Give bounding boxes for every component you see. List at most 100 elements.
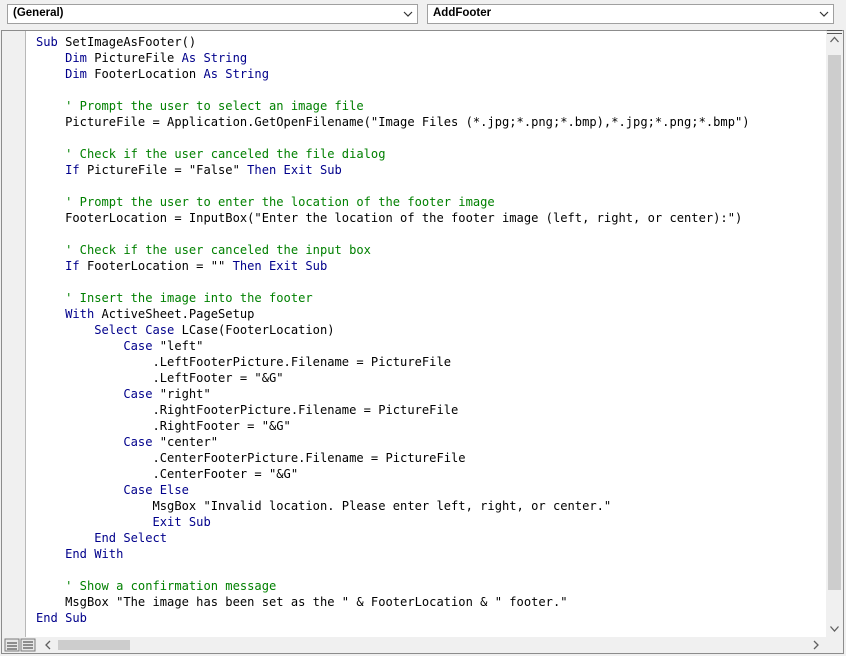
code-keyword: Then Exit Sub bbox=[247, 163, 342, 177]
code-line[interactable]: End Sub bbox=[36, 610, 826, 626]
margin-indicator-bar[interactable] bbox=[2, 31, 26, 637]
chevron-down-icon[interactable] bbox=[403, 8, 413, 20]
code-keyword: Sub bbox=[36, 35, 58, 49]
code-line[interactable] bbox=[36, 274, 826, 290]
code-line[interactable]: If FooterLocation = "" Then Exit Sub bbox=[36, 258, 826, 274]
code-line[interactable] bbox=[36, 562, 826, 578]
code-text: FooterLocation = "" bbox=[79, 259, 233, 273]
code-comment: ' Prompt the user to select an image fil… bbox=[65, 99, 364, 113]
code-line[interactable]: .RightFooterPicture.Filename = PictureFi… bbox=[36, 402, 826, 418]
code-text: PictureFile bbox=[86, 51, 182, 65]
code-comment: ' Check if the user canceled the file di… bbox=[65, 147, 386, 161]
code-text-area[interactable]: Sub SetImageAsFooter() Dim PictureFile A… bbox=[36, 34, 826, 634]
code-keyword: With bbox=[65, 307, 95, 321]
procedure-combo[interactable]: AddFooter bbox=[427, 4, 834, 24]
code-line[interactable]: Select Case LCase(FooterLocation) bbox=[36, 322, 826, 338]
code-text: LCase(FooterLocation) bbox=[174, 323, 335, 337]
code-keyword: Then Exit Sub bbox=[232, 259, 328, 273]
code-line[interactable]: Sub SetImageAsFooter() bbox=[36, 34, 826, 50]
code-line[interactable] bbox=[36, 178, 826, 194]
code-line[interactable]: Case "right" bbox=[36, 386, 826, 402]
arrow-right-icon[interactable] bbox=[808, 637, 824, 653]
procedure-combo-value: AddFooter bbox=[433, 7, 492, 19]
code-text: .CenterFooter = "&G" bbox=[36, 467, 299, 481]
code-text: FooterLocation = InputBox("Enter the loc… bbox=[36, 211, 743, 225]
code-line[interactable]: Case "center" bbox=[36, 434, 826, 450]
chevron-down-icon[interactable] bbox=[819, 8, 829, 20]
code-text: PictureFile = Application.GetOpenFilenam… bbox=[36, 115, 750, 129]
arrow-left-icon[interactable] bbox=[40, 637, 56, 653]
code-line[interactable]: MsgBox "The image has been set as the " … bbox=[36, 594, 826, 610]
code-line[interactable]: Exit Sub bbox=[36, 514, 826, 530]
code-line[interactable]: ' Insert the image into the footer bbox=[36, 290, 826, 306]
code-comment: ' Prompt the user to enter the location … bbox=[65, 195, 495, 209]
horizontal-scroll-thumb[interactable] bbox=[58, 640, 130, 650]
object-combo-value: (General) bbox=[13, 7, 64, 19]
code-comment: ' Show a confirmation message bbox=[65, 579, 277, 593]
code-line[interactable]: ' Prompt the user to select an image fil… bbox=[36, 98, 826, 114]
code-line[interactable]: MsgBox "Invalid location. Please enter l… bbox=[36, 498, 826, 514]
code-line[interactable]: ' Show a confirmation message bbox=[36, 578, 826, 594]
vertical-scrollbar[interactable] bbox=[826, 30, 843, 637]
code-text: SetImageAsFooter() bbox=[57, 35, 197, 49]
code-line[interactable]: With ActiveSheet.PageSetup bbox=[36, 306, 826, 322]
code-line[interactable] bbox=[36, 82, 826, 98]
code-line[interactable]: FooterLocation = InputBox("Enter the loc… bbox=[36, 210, 826, 226]
code-keyword: As String bbox=[181, 51, 248, 65]
code-line[interactable]: Case Else bbox=[36, 482, 826, 498]
code-comment: ' Check if the user canceled the input b… bbox=[65, 243, 371, 257]
code-keyword: Dim bbox=[65, 51, 87, 65]
code-line[interactable]: End With bbox=[36, 546, 826, 562]
code-line[interactable]: .CenterFooter = "&G" bbox=[36, 466, 826, 482]
code-editor[interactable]: Sub SetImageAsFooter() Dim PictureFile A… bbox=[1, 30, 844, 654]
code-text: ActiveSheet.PageSetup bbox=[94, 307, 255, 321]
vertical-scroll-thumb[interactable] bbox=[828, 55, 841, 590]
code-line[interactable]: Dim FooterLocation As String bbox=[36, 66, 826, 82]
object-combo[interactable]: (General) bbox=[7, 4, 418, 24]
code-text: "center" bbox=[152, 435, 219, 449]
code-line[interactable]: If PictureFile = "False" Then Exit Sub bbox=[36, 162, 826, 178]
code-text: MsgBox "Invalid location. Please enter l… bbox=[36, 499, 612, 513]
horizontal-scrollbar[interactable] bbox=[2, 637, 843, 653]
arrow-up-icon[interactable] bbox=[826, 31, 843, 48]
code-text: MsgBox "The image has been set as the " … bbox=[36, 595, 568, 609]
code-text: FooterLocation bbox=[86, 67, 204, 81]
code-line[interactable]: End Select bbox=[36, 530, 826, 546]
code-text: .RightFooterPicture.Filename = PictureFi… bbox=[36, 403, 459, 417]
code-keyword: As String bbox=[203, 67, 269, 81]
code-text: .LeftFooter = "&G" bbox=[36, 371, 284, 385]
code-line[interactable] bbox=[36, 130, 826, 146]
code-text: .CenterFooterPicture.Filename = PictureF… bbox=[36, 451, 466, 465]
arrow-down-icon[interactable] bbox=[826, 620, 843, 637]
code-line[interactable] bbox=[36, 226, 826, 242]
code-line[interactable]: .LeftFooterPicture.Filename = PictureFil… bbox=[36, 354, 826, 370]
code-line[interactable]: Dim PictureFile As String bbox=[36, 50, 826, 66]
code-keyword: Exit Sub bbox=[152, 515, 211, 529]
procedure-view-icon[interactable] bbox=[4, 638, 38, 652]
code-keyword: If bbox=[65, 163, 80, 177]
code-line[interactable]: ' Prompt the user to enter the location … bbox=[36, 194, 826, 210]
code-comment: ' Insert the image into the footer bbox=[65, 291, 313, 305]
code-keyword: Dim bbox=[65, 67, 87, 81]
code-line[interactable]: .RightFooter = "&G" bbox=[36, 418, 826, 434]
code-line[interactable]: PictureFile = Application.GetOpenFilenam… bbox=[36, 114, 826, 130]
code-line[interactable]: Case "left" bbox=[36, 338, 826, 354]
code-line[interactable]: .CenterFooterPicture.Filename = PictureF… bbox=[36, 450, 826, 466]
code-keyword: If bbox=[65, 259, 80, 273]
code-line[interactable]: .LeftFooter = "&G" bbox=[36, 370, 826, 386]
code-line[interactable]: ' Check if the user canceled the file di… bbox=[36, 146, 826, 162]
code-keyword: Case Else bbox=[123, 483, 189, 497]
code-line[interactable]: ' Check if the user canceled the input b… bbox=[36, 242, 826, 258]
